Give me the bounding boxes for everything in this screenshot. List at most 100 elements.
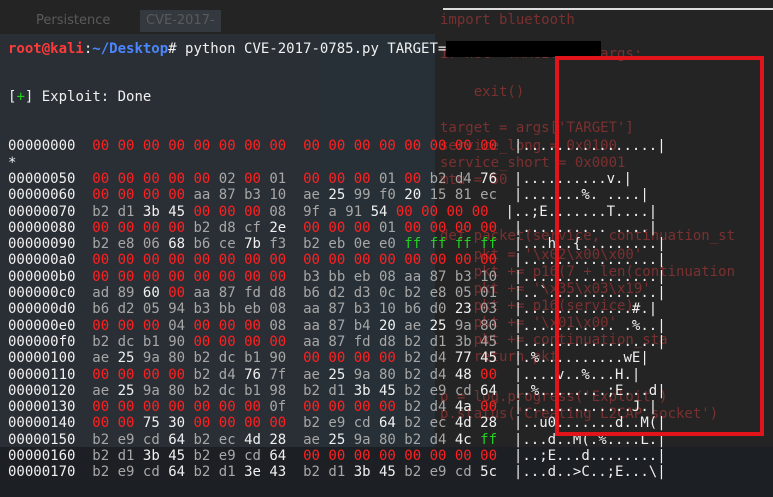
hex-byte: b2 <box>303 464 320 481</box>
hex-byte: e9 <box>117 464 135 481</box>
hex-byte: 00 <box>117 252 135 269</box>
hex-byte: 00 <box>404 448 422 465</box>
hex-offset: 000000a0 <box>8 252 76 269</box>
hex-byte: 00 <box>142 399 160 416</box>
hex-byte: 45 <box>480 350 498 367</box>
hex-byte: ae <box>303 431 320 448</box>
hex-byte: 9a <box>353 431 371 448</box>
hex-byte: 08 <box>378 268 396 285</box>
hex-offset: 00000050 <box>8 170 76 187</box>
hex-byte: bb <box>218 301 236 318</box>
hex-byte: 00 <box>218 268 236 285</box>
hex-byte: 43 <box>269 464 287 481</box>
hex-byte: 00 <box>244 138 261 155</box>
hex-offset: 00000140 <box>8 415 76 432</box>
hex-byte: 9a <box>454 317 472 334</box>
hex-byte: d1 <box>117 448 135 465</box>
hex-byte: 87 <box>429 268 447 285</box>
hex-byte: 00 <box>328 252 346 269</box>
hex-byte: 00 <box>142 268 160 285</box>
hex-byte: 3b <box>142 448 160 465</box>
hex-byte: 00 <box>218 333 236 350</box>
hex-byte: b3 <box>303 268 320 285</box>
hex-byte: d1 <box>429 333 447 350</box>
hexdump-row: 00000160 b2 d1 3b 45 b2 e9 cd 64 00 00 0… <box>8 448 773 464</box>
hex-byte: 4d <box>244 431 261 448</box>
hex-byte: b2 <box>193 350 211 367</box>
hex-byte: 76 <box>480 170 498 187</box>
hex-byte: 60 <box>142 285 160 302</box>
hex-byte: 00 <box>193 252 211 269</box>
hex-byte: 25 <box>117 382 135 399</box>
hex-byte: 00 <box>193 170 211 187</box>
hex-byte: 28 <box>269 431 287 448</box>
hex-byte: b2 <box>303 236 320 253</box>
hex-byte: b2 <box>429 170 447 187</box>
hex-byte: 00 <box>454 252 472 269</box>
command-text: python CVE-2017-0785.py TARGET= <box>176 40 447 57</box>
hex-byte: a <box>328 203 337 220</box>
hex-byte: ae <box>404 317 422 334</box>
hex-byte: cf <box>244 219 261 236</box>
hex-byte: 00 <box>142 252 160 269</box>
hex-byte: ae <box>303 366 320 383</box>
hex-byte: 89 <box>117 285 135 302</box>
hex-byte: 00 <box>117 268 135 285</box>
ascii-highlight-box <box>555 56 764 436</box>
hex-byte: 00 <box>92 415 110 432</box>
hex-offset: 00000130 <box>8 399 76 416</box>
hex-byte: 08 <box>269 203 287 220</box>
hex-byte: 25 <box>328 431 346 448</box>
hex-offset: 00000080 <box>8 219 76 236</box>
hex-byte: 00 <box>193 317 211 334</box>
hex-byte: 00 <box>117 399 135 416</box>
hex-offset: 00000060 <box>8 187 76 204</box>
hex-byte: 99 <box>353 187 371 204</box>
hex-byte: 00 <box>168 285 186 302</box>
prompt-path: ~/Desktop <box>92 40 169 57</box>
hex-byte: b2 <box>303 415 320 432</box>
hex-byte: 00 <box>193 203 211 220</box>
hex-byte: 04 <box>168 317 186 334</box>
hex-byte: e9 <box>328 415 346 432</box>
hex-byte: 00 <box>454 138 472 155</box>
hex-byte: 3b <box>454 333 472 350</box>
hex-byte: 00 <box>303 350 320 367</box>
hex-byte: 45 <box>480 333 498 350</box>
hex-byte: 00 <box>218 252 236 269</box>
hex-byte: 00 <box>454 219 472 236</box>
hex-byte: 00 <box>269 252 287 269</box>
hex-byte: 01 <box>480 285 498 302</box>
hex-offset: 00000090 <box>8 236 76 253</box>
hex-byte: 00 <box>480 138 498 155</box>
hex-byte: 9a <box>142 350 160 367</box>
hex-byte: 00 <box>92 219 110 236</box>
hex-offset: 00000110 <box>8 366 76 383</box>
hex-byte: 00 <box>168 138 186 155</box>
ascii-column: |..;E...d........| <box>513 448 666 465</box>
hex-byte: 80 <box>168 382 186 399</box>
hex-byte: 00 <box>168 268 186 285</box>
hex-byte: d1 <box>328 464 346 481</box>
hex-byte: 00 <box>353 219 371 236</box>
hex-offset: 000000c0 <box>8 285 76 302</box>
hex-byte: cd <box>244 448 261 465</box>
hex-byte: 00 <box>142 187 160 204</box>
hex-byte: 00 <box>117 366 135 383</box>
hex-byte: 10 <box>378 301 396 318</box>
hex-byte: d4 <box>429 366 447 383</box>
hex-offset: 00000000 <box>8 138 76 155</box>
redacted-target <box>446 40 602 57</box>
hex-byte: 4a <box>454 399 472 416</box>
hex-byte: b2 <box>404 464 422 481</box>
hex-byte: 2e <box>269 219 287 236</box>
hex-byte: b2 <box>404 382 422 399</box>
hex-byte: 05 <box>454 285 472 302</box>
hex-byte: e9 <box>429 464 447 481</box>
hex-byte: 3b <box>353 382 371 399</box>
hex-byte: 81 <box>454 187 472 204</box>
hex-byte: d4 <box>454 170 472 187</box>
hex-byte: d4 <box>429 399 447 416</box>
hex-byte: 00 <box>471 203 489 220</box>
hex-byte: 48 <box>454 366 472 383</box>
